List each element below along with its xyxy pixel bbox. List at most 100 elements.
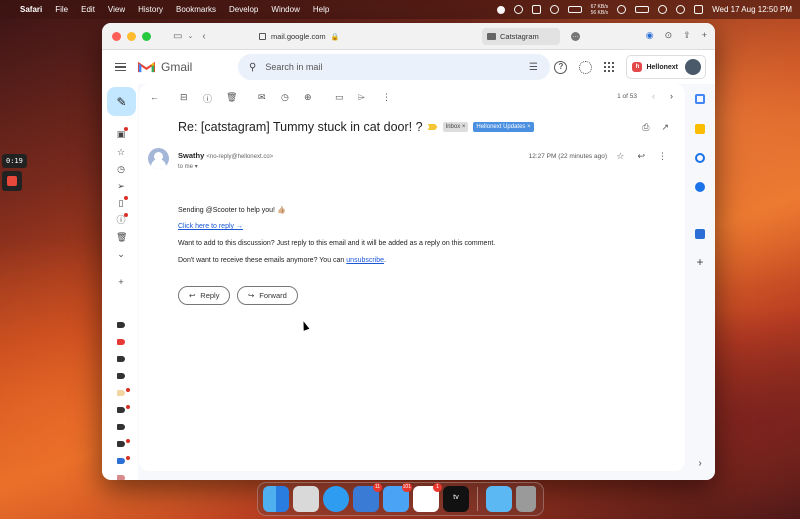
- label-tag-icon[interactable]: [117, 373, 125, 379]
- apps-grid-icon[interactable]: [604, 62, 615, 72]
- label-chip-inbox[interactable]: Inbox ×: [442, 122, 469, 132]
- tasks-icon[interactable]: [695, 153, 705, 163]
- report-spam-icon[interactable]: ⓘ: [203, 92, 212, 105]
- label-tag-icon[interactable]: [117, 441, 125, 447]
- label-tag-icon[interactable]: [117, 356, 125, 362]
- mail-icon[interactable]: 101: [383, 483, 412, 512]
- keep-icon[interactable]: [695, 124, 705, 134]
- more-icon[interactable]: ⋮: [658, 151, 667, 162]
- search-icon[interactable]: ⚲: [249, 62, 256, 73]
- menu-app-name[interactable]: Safari: [20, 5, 42, 14]
- important-marker-icon[interactable]: [427, 124, 438, 130]
- account-switcher[interactable]: h Hellonext: [626, 55, 706, 79]
- safari-icon[interactable]: [323, 486, 349, 512]
- sender-avatar[interactable]: [148, 148, 169, 169]
- trash-icon[interactable]: [516, 486, 536, 512]
- label-tag-icon[interactable]: [117, 475, 125, 480]
- gmail-logo[interactable]: Gmail: [138, 60, 192, 74]
- search-options-icon[interactable]: ☰: [529, 62, 538, 73]
- show-side-panel-icon[interactable]: ›: [695, 459, 705, 469]
- mark-unread-icon[interactable]: ✉: [258, 92, 266, 103]
- minimize-window-button[interactable]: [127, 31, 136, 41]
- new-tab-icon[interactable]: +: [702, 30, 707, 41]
- label-tag-icon[interactable]: [117, 424, 125, 430]
- toggle-icon[interactable]: [635, 6, 650, 13]
- menu-history[interactable]: History: [138, 5, 163, 14]
- menu-help[interactable]: Help: [313, 5, 329, 14]
- tasks-app-icon[interactable]: 11: [353, 483, 382, 512]
- compose-button[interactable]: ✎: [107, 87, 136, 116]
- moon-icon[interactable]: [549, 5, 559, 14]
- snooze-icon[interactable]: ◷: [281, 92, 289, 103]
- main-menu-icon[interactable]: [115, 62, 126, 72]
- label-tag-icon[interactable]: [117, 407, 125, 413]
- play-icon[interactable]: [617, 5, 627, 14]
- older-icon[interactable]: ‹: [652, 91, 655, 101]
- snoozed-icon[interactable]: ◷: [116, 164, 126, 174]
- sent-icon[interactable]: ➢: [116, 181, 126, 191]
- forward-button[interactable]: ↪ Forward: [237, 286, 298, 305]
- open-new-window-icon[interactable]: ↗: [661, 122, 669, 133]
- delete-icon[interactable]: 🗑: [226, 92, 237, 103]
- trash-icon[interactable]: 🗑: [116, 232, 127, 242]
- create-label-icon[interactable]: +: [116, 277, 126, 287]
- search-icon[interactable]: [676, 5, 686, 14]
- recipient-line[interactable]: to me ▾: [178, 163, 198, 170]
- status-icon[interactable]: [513, 5, 523, 14]
- mail-search-bar[interactable]: ⚲ Search in mail ☰: [238, 54, 550, 80]
- reply-link[interactable]: Click here to reply →: [178, 223, 243, 230]
- reply-icon[interactable]: ↩: [637, 151, 645, 162]
- labels-icon[interactable]: ⌲: [358, 92, 365, 103]
- download-icon[interactable]: ⊙: [665, 30, 673, 41]
- archive-icon[interactable]: ⊟: [180, 92, 188, 103]
- label-chip-hellonext[interactable]: Hellonext Updates ×: [473, 122, 534, 132]
- unsubscribe-link[interactable]: unsubscribe: [346, 257, 384, 264]
- close-window-button[interactable]: [112, 31, 121, 41]
- label-tag-icon[interactable]: [117, 458, 125, 464]
- tab-catstagram[interactable]: Catstagram: [482, 28, 560, 45]
- app-status-icon[interactable]: [531, 5, 541, 14]
- extension-icon[interactable]: ◉: [646, 30, 654, 41]
- calendar-icon[interactable]: [695, 94, 705, 104]
- menu-edit[interactable]: Edit: [81, 5, 95, 14]
- zoom-app-icon[interactable]: [695, 229, 705, 239]
- menu-view[interactable]: View: [108, 5, 125, 14]
- stop-recording-button[interactable]: [2, 171, 22, 191]
- battery-icon[interactable]: [567, 6, 582, 13]
- menubar-datetime[interactable]: Wed 17 Aug 12:50 PM: [712, 5, 792, 14]
- reply-button[interactable]: ↩ Reply: [178, 286, 231, 305]
- menu-window[interactable]: Window: [271, 5, 299, 14]
- label-tag-icon[interactable]: [117, 339, 125, 345]
- launchpad-icon[interactable]: [293, 486, 319, 512]
- starred-icon[interactable]: ☆: [116, 147, 126, 157]
- help-icon[interactable]: ?: [554, 60, 568, 74]
- label-tag-icon[interactable]: [117, 390, 125, 396]
- add-to-tasks-icon[interactable]: ⊕: [304, 92, 312, 103]
- more-actions-icon[interactable]: ⋮: [382, 92, 391, 103]
- search-input[interactable]: Search in mail: [265, 62, 322, 72]
- apple-tv-icon[interactable]: tv: [443, 486, 469, 512]
- contacts-icon[interactable]: [695, 182, 705, 192]
- chevron-down-icon[interactable]: ⌄: [187, 32, 193, 40]
- avatar[interactable]: [685, 59, 701, 75]
- menu-develop[interactable]: Develop: [229, 5, 258, 14]
- zoom-window-button[interactable]: [142, 31, 151, 41]
- print-icon[interactable]: ⎙: [642, 122, 649, 133]
- finder-icon[interactable]: [263, 486, 289, 512]
- newer-icon[interactable]: ›: [670, 91, 673, 101]
- brightness-icon[interactable]: [496, 5, 505, 14]
- menu-bookmarks[interactable]: Bookmarks: [176, 5, 216, 14]
- slack-icon[interactable]: 1: [413, 483, 442, 512]
- settings-gear-icon[interactable]: [579, 60, 593, 74]
- wifi-icon[interactable]: [658, 5, 668, 14]
- star-icon[interactable]: ☆: [616, 151, 624, 162]
- control-center-icon[interactable]: [694, 5, 704, 14]
- move-to-icon[interactable]: ▭: [335, 92, 344, 103]
- downloads-folder-icon[interactable]: [486, 486, 512, 512]
- label-tag-icon[interactable]: [117, 322, 125, 328]
- add-addon-icon[interactable]: +: [695, 256, 705, 268]
- back-icon[interactable]: ‹: [202, 31, 205, 42]
- share-icon[interactable]: ⇪: [683, 30, 691, 41]
- more-options-icon[interactable]: …: [571, 32, 580, 41]
- more-chevron-icon[interactable]: ⌄: [116, 249, 126, 259]
